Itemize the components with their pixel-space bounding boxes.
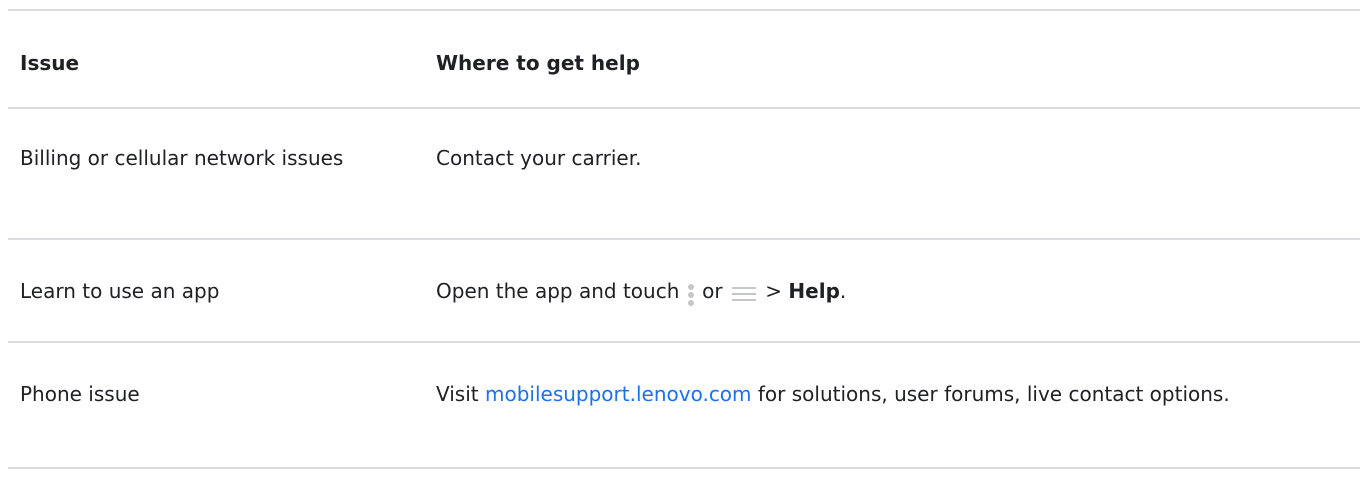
table-row: Learn to use an app Open the app and tou… (8, 240, 1360, 343)
help-text-suffix: for solutions, user forums, live contact… (757, 382, 1230, 406)
help-cell: Visit mobilesupport.lenovo.com for solut… (424, 343, 1360, 467)
issue-cell: Learn to use an app (20, 279, 220, 303)
table-header-row: Issue Where to get help (8, 11, 1360, 109)
help-table: Issue Where to get help Billing or cellu… (8, 9, 1360, 469)
table-row: Phone issue Visit mobilesupport.lenovo.c… (8, 343, 1360, 469)
issue-cell: Phone issue (20, 382, 140, 406)
help-cell: Open the app and touch or > Help. (424, 240, 1360, 341)
help-text-or: or (702, 279, 723, 303)
more-vert-icon (686, 281, 696, 309)
help-text-prefix: Open the app and touch (436, 279, 680, 303)
column-header-help: Where to get help (436, 51, 640, 75)
menu-icon (731, 279, 757, 307)
help-text-prefix: Visit (436, 382, 479, 406)
help-text-arrow: > (765, 279, 783, 303)
help-menu-label: Help (788, 279, 840, 303)
help-cell: Contact your carrier. (436, 146, 642, 170)
support-link[interactable]: mobilesupport.lenovo.com (485, 382, 752, 406)
issue-cell: Billing or cellular network issues (20, 146, 344, 170)
table-row: Billing or cellular network issues Conta… (8, 109, 1360, 240)
help-text-suffix: . (839, 279, 847, 303)
column-header-issue: Issue (20, 51, 80, 75)
